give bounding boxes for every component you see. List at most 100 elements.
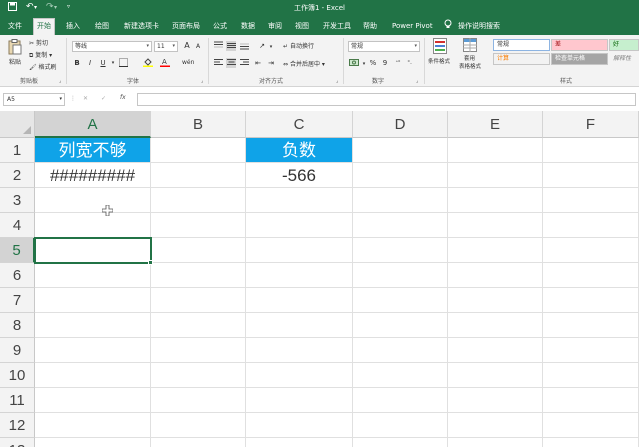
cell-a4[interactable]: [35, 213, 151, 238]
cell-c12[interactable]: [246, 413, 353, 438]
borders-icon[interactable]: [118, 58, 128, 68]
formula-input[interactable]: [137, 93, 636, 106]
font-size-combo[interactable]: 11 ▾: [154, 41, 178, 52]
decrease-decimal-icon[interactable]: ⁰₋: [405, 58, 415, 68]
cell-c11[interactable]: [246, 388, 353, 413]
selected-cell-a5[interactable]: [34, 237, 152, 264]
cell-f9[interactable]: [543, 338, 639, 363]
cell-c3[interactable]: [246, 188, 353, 213]
cell-d4[interactable]: [353, 213, 448, 238]
chevron-down-icon[interactable]: ▾: [108, 58, 118, 68]
cell-f5[interactable]: [543, 238, 639, 263]
decrease-indent-icon[interactable]: ⇤: [253, 58, 263, 68]
cell-b9[interactable]: [151, 338, 246, 363]
cell-b6[interactable]: [151, 263, 246, 288]
align-bottom-icon[interactable]: [239, 41, 249, 51]
cell-b8[interactable]: [151, 313, 246, 338]
fill-handle[interactable]: [148, 260, 153, 265]
column-header-d[interactable]: D: [353, 111, 448, 138]
row-header-9[interactable]: 9: [0, 338, 35, 363]
cell-b1[interactable]: [151, 138, 246, 163]
font-launcher-icon[interactable]: ⌟: [201, 78, 203, 84]
number-launcher-icon[interactable]: ⌟: [416, 78, 418, 84]
cell-e1[interactable]: [448, 138, 543, 163]
font-name-combo[interactable]: 等线 ▾: [72, 41, 152, 52]
cell-e2[interactable]: [448, 163, 543, 188]
paste-icon[interactable]: [8, 39, 22, 57]
cell-c4[interactable]: [246, 213, 353, 238]
column-header-b[interactable]: B: [151, 111, 246, 138]
cell-b5[interactable]: [151, 238, 246, 263]
tab-new[interactable]: 新建选项卡: [121, 19, 162, 35]
tab-insert[interactable]: 插入: [63, 19, 83, 35]
cell-e9[interactable]: [448, 338, 543, 363]
style-check-cell[interactable]: 检查单元格: [551, 53, 608, 65]
column-header-c[interactable]: C: [246, 111, 353, 138]
comma-style-button[interactable]: 9: [380, 58, 390, 68]
cell-d7[interactable]: [353, 288, 448, 313]
style-bad[interactable]: 差: [551, 39, 608, 51]
cell-e4[interactable]: [448, 213, 543, 238]
cell-a10[interactable]: [35, 363, 151, 388]
tell-me-search[interactable]: 操作说明搜索: [455, 19, 503, 35]
cell-d10[interactable]: [353, 363, 448, 388]
format-table-line1[interactable]: 套用: [464, 54, 475, 62]
cell-f4[interactable]: [543, 213, 639, 238]
cell-e12[interactable]: [448, 413, 543, 438]
cell-d9[interactable]: [353, 338, 448, 363]
tab-review[interactable]: 审阅: [265, 19, 285, 35]
style-normal[interactable]: 常规: [493, 39, 550, 51]
cell-b11[interactable]: [151, 388, 246, 413]
fill-color-icon[interactable]: [143, 57, 153, 67]
cell-f1[interactable]: [543, 138, 639, 163]
cell-c13[interactable]: [246, 438, 353, 447]
alignment-launcher-icon[interactable]: ⌟: [336, 78, 338, 84]
cell-a9[interactable]: [35, 338, 151, 363]
tab-home[interactable]: 开始: [33, 18, 55, 35]
enter-formula-button[interactable]: ✓: [101, 95, 106, 102]
column-header-e[interactable]: E: [448, 111, 543, 138]
number-format-combo[interactable]: 常规 ▾: [348, 41, 420, 52]
cell-c1[interactable]: 负数: [246, 138, 353, 163]
tab-draw[interactable]: 绘图: [92, 19, 112, 35]
cell-a11[interactable]: [35, 388, 151, 413]
row-header-1[interactable]: 1: [0, 138, 35, 163]
increase-indent-icon[interactable]: ⇥: [266, 58, 276, 68]
cell-a2[interactable]: #########: [35, 163, 151, 188]
cell-a7[interactable]: [35, 288, 151, 313]
align-top-icon[interactable]: [213, 41, 223, 51]
cell-e3[interactable]: [448, 188, 543, 213]
cell-c7[interactable]: [246, 288, 353, 313]
style-good[interactable]: 好: [609, 39, 639, 51]
cell-c8[interactable]: [246, 313, 353, 338]
align-right-icon[interactable]: [239, 58, 249, 68]
cell-d3[interactable]: [353, 188, 448, 213]
format-table-button[interactable]: 表格格式: [459, 62, 481, 70]
cell-d1[interactable]: [353, 138, 448, 163]
cell-d6[interactable]: [353, 263, 448, 288]
cell-b12[interactable]: [151, 413, 246, 438]
cell-e7[interactable]: [448, 288, 543, 313]
cell-e5[interactable]: [448, 238, 543, 263]
cell-c10[interactable]: [246, 363, 353, 388]
cell-f3[interactable]: [543, 188, 639, 213]
tab-data[interactable]: 数据: [238, 19, 258, 35]
cell-b3[interactable]: [151, 188, 246, 213]
row-header-12[interactable]: 12: [0, 413, 35, 438]
underline-button[interactable]: U: [98, 58, 108, 68]
row-header-8[interactable]: 8: [0, 313, 35, 338]
tab-file[interactable]: 文件: [5, 19, 25, 35]
column-header-f[interactable]: F: [543, 111, 639, 138]
copy-button[interactable]: ⧉ 复制 ▾: [29, 50, 52, 60]
row-header-13[interactable]: 13: [0, 438, 35, 447]
name-box[interactable]: A5 ▾: [3, 93, 65, 106]
merge-center-button[interactable]: ⇔ 合并后居中 ▾: [283, 59, 325, 68]
percent-button[interactable]: %: [368, 58, 378, 68]
row-header-11[interactable]: 11: [0, 388, 35, 413]
cell-a13[interactable]: [35, 438, 151, 447]
align-center-icon[interactable]: [226, 58, 236, 68]
cell-a8[interactable]: [35, 313, 151, 338]
format-painter-button[interactable]: 🖌 格式刷: [29, 62, 57, 71]
insert-function-button[interactable]: fx: [120, 94, 126, 101]
row-header-3[interactable]: 3: [0, 188, 35, 213]
